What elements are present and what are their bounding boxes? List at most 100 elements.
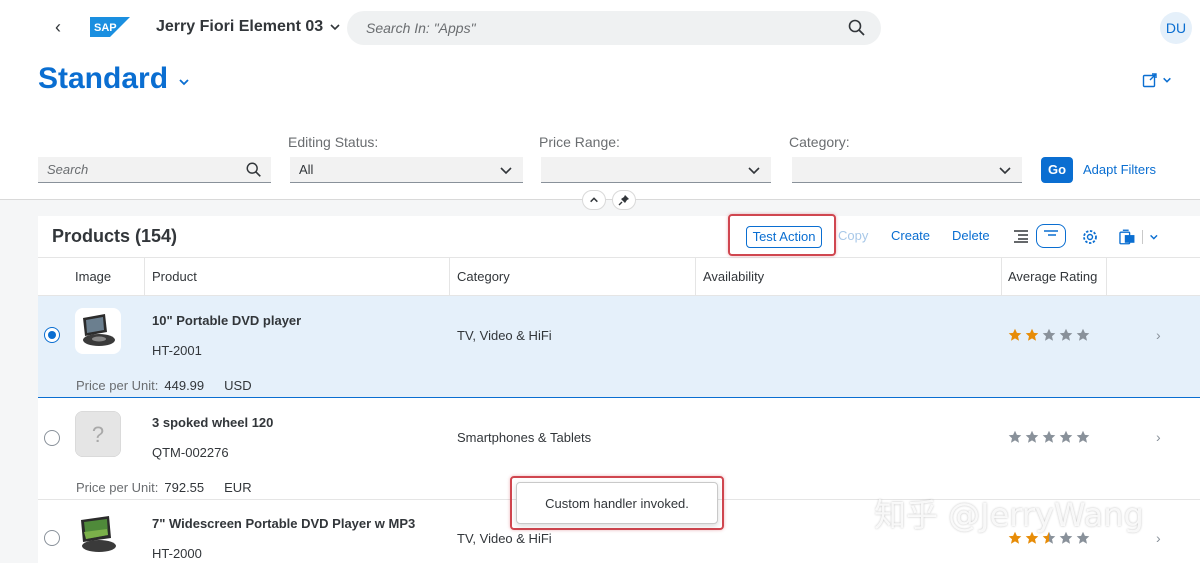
- filter-search-input[interactable]: Search: [38, 157, 271, 183]
- search-placeholder: Search In: "Apps": [366, 20, 476, 36]
- pin-header-button[interactable]: [612, 190, 636, 210]
- copy-button[interactable]: Copy: [838, 228, 868, 243]
- category-label: Category:: [789, 134, 850, 150]
- search-icon[interactable]: [245, 161, 263, 179]
- rating-stars: [1008, 430, 1090, 444]
- price-per-unit: Price per Unit: 449.99 USD: [76, 378, 252, 393]
- collapse-header-button[interactable]: [582, 190, 606, 210]
- editing-status-value: All: [299, 162, 314, 177]
- shell-bar: ‹ SAP Jerry Fiori Element 03 Search In: …: [0, 0, 1200, 56]
- variant-title: Standard: [38, 62, 169, 95]
- star-icon: [1042, 328, 1056, 341]
- chevron-up-icon: [590, 197, 598, 203]
- price-range-label: Price Range:: [539, 134, 620, 150]
- chevron-down-icon: [1150, 234, 1158, 240]
- global-search-input[interactable]: Search In: "Apps": [347, 11, 881, 45]
- price-value: 792.55: [164, 480, 205, 495]
- price-currency: USD: [224, 378, 252, 393]
- table-row[interactable]: 10" Portable DVD player HT-2001 TV, Vide…: [38, 296, 1200, 398]
- list-detail-icon: [1014, 230, 1028, 243]
- chevron-down-icon: [999, 167, 1011, 175]
- price-range-select[interactable]: [541, 157, 771, 183]
- chevron-down-icon: [748, 167, 760, 175]
- product-name[interactable]: 7" Widescreen Portable DVD Player w MP3: [152, 516, 415, 531]
- star-icon: [1042, 430, 1056, 443]
- row-select-radio[interactable]: [44, 530, 60, 546]
- price-currency: EUR: [224, 480, 252, 495]
- back-icon[interactable]: ‹: [48, 17, 68, 37]
- price-label: Price per Unit:: [76, 480, 159, 495]
- placeholder-image-icon: ?: [75, 411, 121, 457]
- svg-text:?: ?: [92, 422, 104, 447]
- category-select[interactable]: [792, 157, 1022, 183]
- product-category: TV, Video & HiFi: [457, 531, 552, 546]
- sap-logo[interactable]: SAP: [90, 17, 130, 37]
- column-divider: [1001, 258, 1002, 296]
- hide-details-button[interactable]: [1036, 224, 1066, 248]
- row-navigation-icon[interactable]: ›: [1156, 327, 1161, 343]
- star-icon: [1059, 430, 1073, 443]
- star-icon: [1008, 430, 1022, 443]
- filter-search-placeholder: Search: [47, 162, 89, 177]
- app-title-menu[interactable]: Jerry Fiori Element 03: [156, 18, 341, 36]
- star-icon: [1025, 430, 1039, 443]
- show-details-button[interactable]: [1006, 224, 1036, 248]
- column-header-row: Image Product Category Availability Aver…: [38, 258, 1200, 296]
- star-icon: [1059, 328, 1073, 341]
- price-label: Price per Unit:: [76, 378, 159, 393]
- message-toast: Custom handler invoked.: [516, 482, 718, 524]
- star-icon: [1025, 328, 1039, 341]
- star-icon: [1076, 328, 1090, 341]
- user-avatar[interactable]: DU: [1160, 12, 1192, 44]
- editing-status-select[interactable]: All: [290, 157, 523, 183]
- column-header-availability[interactable]: Availability: [703, 269, 764, 284]
- row-navigation-icon[interactable]: ›: [1156, 530, 1161, 546]
- go-button[interactable]: Go: [1041, 157, 1073, 183]
- share-menu-button[interactable]: [1142, 72, 1172, 88]
- star-icon: [1008, 328, 1022, 341]
- row-navigation-icon[interactable]: ›: [1156, 429, 1161, 445]
- product-id: HT-2000: [152, 546, 202, 561]
- table-toolbar: Products (154) Test Action Copy Create D…: [38, 214, 1200, 258]
- column-header-average-rating[interactable]: Average Rating: [1008, 269, 1097, 284]
- product-category: Smartphones & Tablets: [457, 430, 592, 445]
- adapt-filters-button[interactable]: Adapt Filters: [1083, 162, 1156, 177]
- column-header-image[interactable]: Image: [75, 269, 111, 284]
- product-image: [75, 512, 121, 558]
- gear-icon: [1083, 230, 1097, 244]
- column-divider: [449, 258, 450, 296]
- star-icon: [1076, 430, 1090, 443]
- list-compact-icon: [1044, 230, 1058, 236]
- column-header-product[interactable]: Product: [152, 269, 197, 284]
- product-name[interactable]: 10" Portable DVD player: [152, 313, 301, 328]
- search-icon[interactable]: [847, 18, 867, 38]
- price-per-unit: Price per Unit: 792.55 EUR: [76, 480, 252, 495]
- product-image: [75, 308, 121, 354]
- page-header: Standard Search Editing Status: All Pric…: [0, 56, 1200, 210]
- table-settings-button[interactable]: [1079, 226, 1101, 248]
- table-title: Products (154): [52, 226, 178, 246]
- app-title: Jerry Fiori Element 03: [156, 18, 324, 35]
- row-select-radio[interactable]: [44, 327, 60, 343]
- product-category: TV, Video & HiFi: [457, 328, 552, 343]
- column-header-category[interactable]: Category: [457, 269, 510, 284]
- variant-selector[interactable]: Standard: [38, 62, 190, 96]
- delete-button[interactable]: Delete: [952, 228, 990, 243]
- export-button[interactable]: [1119, 226, 1159, 248]
- pin-icon: [618, 195, 629, 206]
- rating-stars: [1008, 328, 1090, 342]
- editing-status-label: Editing Status:: [288, 134, 379, 150]
- row-select-radio[interactable]: [44, 430, 60, 446]
- watermark: 知乎 @JerryWang: [874, 496, 1144, 534]
- test-action-button[interactable]: Test Action: [746, 226, 822, 248]
- chevron-down-icon: [500, 167, 512, 175]
- chevron-down-icon: [330, 24, 340, 31]
- price-value: 449.99: [164, 378, 205, 393]
- product-name[interactable]: 3 spoked wheel 120: [152, 415, 273, 430]
- product-id: QTM-002276: [152, 445, 229, 460]
- column-divider: [695, 258, 696, 296]
- share-icon: [1142, 73, 1157, 88]
- product-id: HT-2001: [152, 343, 202, 358]
- chevron-down-icon: [179, 79, 189, 86]
- create-button[interactable]: Create: [891, 228, 930, 243]
